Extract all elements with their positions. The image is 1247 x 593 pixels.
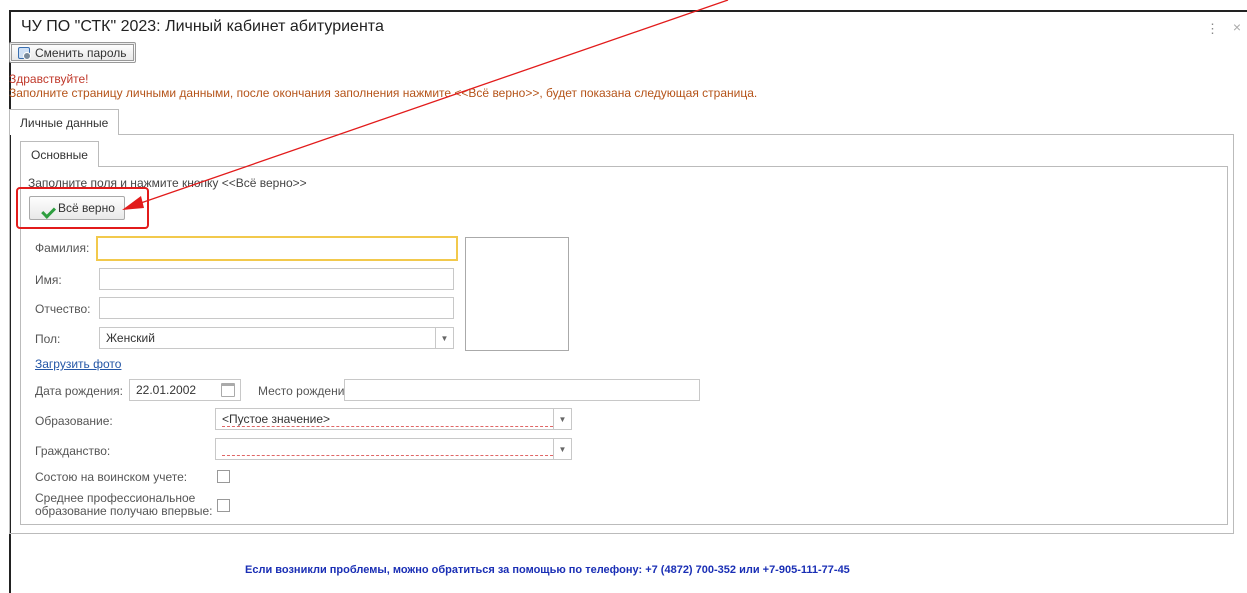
- name-label: Имя:: [35, 273, 62, 287]
- chevron-down-icon[interactable]: ▼: [553, 409, 571, 429]
- birth-place-input[interactable]: [344, 379, 700, 401]
- key-settings-icon: [18, 46, 31, 60]
- military-checkbox[interactable]: [217, 470, 230, 483]
- name-input[interactable]: [99, 268, 454, 290]
- surname-input[interactable]: [96, 236, 458, 261]
- chevron-down-icon[interactable]: ▼: [435, 328, 453, 348]
- tab-personal-data[interactable]: Личные данные: [9, 109, 120, 135]
- greeting-text: Здравствуйте!: [9, 72, 89, 86]
- instruction-text: Заполните страницу личными данными, посл…: [9, 86, 758, 100]
- patronymic-input[interactable]: [99, 297, 454, 319]
- gender-select[interactable]: Женский ▼: [99, 327, 454, 349]
- chevron-down-icon[interactable]: ▼: [553, 439, 571, 459]
- all-correct-button[interactable]: Всё верно: [29, 196, 125, 220]
- education-value: <Пустое значение>: [222, 412, 553, 427]
- calendar-icon[interactable]: [221, 383, 235, 397]
- photo-placeholder: [465, 237, 569, 351]
- spo-label: Среднее профессиональное образование пол…: [35, 492, 212, 518]
- spo-label-line2: образование получаю впервые:: [35, 504, 213, 518]
- checkmark-icon: [39, 203, 53, 214]
- military-label: Состою на воинском учете:: [35, 470, 188, 484]
- more-menu-icon[interactable]: ⋮: [1206, 21, 1219, 37]
- surname-label: Фамилия:: [35, 241, 90, 255]
- citizenship-select[interactable]: ▼: [215, 438, 572, 460]
- change-password-button[interactable]: Сменить пароль: [9, 42, 136, 63]
- change-password-label: Сменить пароль: [35, 45, 127, 60]
- close-icon[interactable]: ×: [1233, 19, 1241, 35]
- citizenship-value: [222, 442, 553, 456]
- gender-label: Пол:: [35, 332, 61, 346]
- all-correct-label: Всё верно: [58, 201, 115, 215]
- citizenship-label: Гражданство:: [35, 444, 111, 458]
- birth-date-value: 22.01.2002: [136, 383, 197, 397]
- birth-date-label: Дата рождения:: [35, 384, 123, 398]
- education-label: Образование:: [35, 414, 113, 428]
- spo-checkbox[interactable]: [217, 499, 230, 512]
- birth-place-label: Место рождения:: [258, 384, 355, 398]
- patronymic-label: Отчество:: [35, 302, 91, 316]
- form-hint: Заполните поля и нажмите кнопку <<Всё ве…: [28, 176, 307, 190]
- gender-value: Женский: [106, 331, 155, 345]
- window-title: ЧУ ПО "СТК" 2023: Личный кабинет абитури…: [21, 18, 384, 35]
- tab-main[interactable]: Основные: [20, 141, 99, 167]
- education-select[interactable]: <Пустое значение> ▼: [215, 408, 572, 430]
- upload-photo-link[interactable]: Загрузить фото: [35, 357, 121, 371]
- help-footer: Если возникли проблемы, можно обратиться…: [245, 564, 850, 576]
